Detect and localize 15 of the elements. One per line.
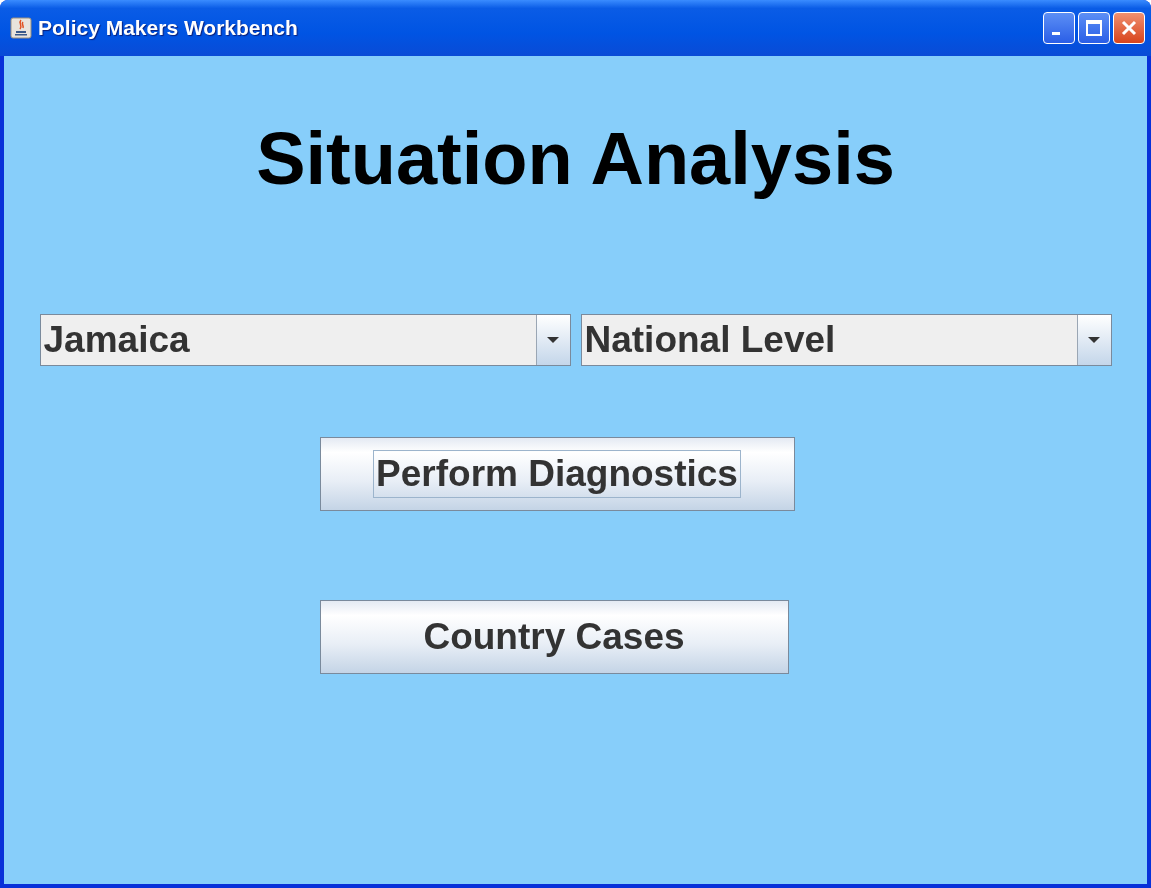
minimize-icon [1052,31,1060,35]
dropdown-arrow-icon [1087,336,1101,344]
maximize-button[interactable] [1078,12,1110,44]
maximize-icon [1085,19,1103,37]
page-heading: Situation Analysis [256,116,895,202]
minimize-button[interactable] [1043,12,1075,44]
close-icon [1120,19,1138,37]
dropdown[interactable]: Jamaica [39,314,571,366]
dropdown-arrow-icon [546,336,560,344]
coffee-cup-icon [10,17,32,39]
close-button[interactable] [1113,12,1145,44]
window-title: Policy Makers Workbench [38,16,299,40]
action-button[interactable]: Country Cases [319,600,789,674]
action-button[interactable]: Perform Diagnostics [319,437,795,511]
dropdown[interactable]: National Level [580,314,1112,366]
